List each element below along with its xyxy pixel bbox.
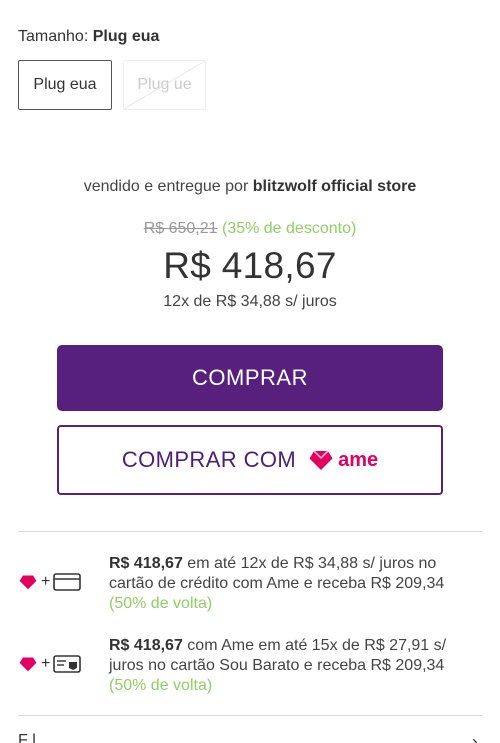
old-price: R$ 650,21 [143,220,218,237]
unavailable-strike-icon [124,61,205,109]
payment-icons: + [18,573,82,591]
divider [18,715,482,716]
seller-prefix: vendido e entregue por [83,178,249,195]
seller-info: vendido e entregue por blitzwolf officia… [0,178,500,196]
size-selected-value: Plug eua [92,28,160,45]
size-option-label: Plug eua [33,76,97,93]
ame-logo: ame [308,449,378,472]
seller-name: blitzwolf official store [252,178,417,195]
buy-button-label: COMPRAR [192,365,308,390]
credit-card-icon [53,573,82,591]
plus-sign: + [41,573,51,590]
payment-offer-text: R$ 418,67 com Ame em até 15x de R$ 27,91… [109,636,459,696]
plus-sign: + [41,655,51,672]
buy-button[interactable]: COMPRAR [57,345,443,411]
ame-heart-icon [309,450,333,470]
size-option-plug-ue[interactable]: Plug ue [123,60,206,110]
old-price-line: R$ 650,21 (35% de desconto) [0,220,500,238]
payment-offer-text: R$ 418,67 em até 12x de R$ 34,88 s/ juro… [109,554,459,614]
installments-info: 12x de R$ 34,88 s/ juros [163,293,337,310]
buy-with-label: COMPRAR COM [121,447,297,472]
buy-with-ame-button[interactable]: COMPRAR COM ame [57,425,443,495]
size-label: Tamanho: Plug eua [18,28,159,46]
bottom-section-label[interactable]: F l [18,732,36,743]
ame-heart-icon [19,657,37,672]
offer-cashback: (50% de volta) [109,595,213,612]
offer-cashback: (50% de volta) [109,677,213,694]
offer-amount: R$ 418,67 [109,555,183,572]
size-option-plug-eua[interactable]: Plug eua [18,60,112,110]
offer-amount: R$ 418,67 [109,637,183,654]
discount-label: (35% de desconto) [221,220,357,237]
ame-brand-text: ame [338,448,379,471]
chevron-right-icon[interactable]: › [472,732,478,743]
divider [18,531,482,532]
payment-icons: + [18,655,82,673]
ame-heart-icon [19,575,37,590]
store-card-icon [53,655,82,673]
size-label-prefix: Tamanho: [18,28,89,45]
current-price: R$ 418,67 [163,245,337,286]
